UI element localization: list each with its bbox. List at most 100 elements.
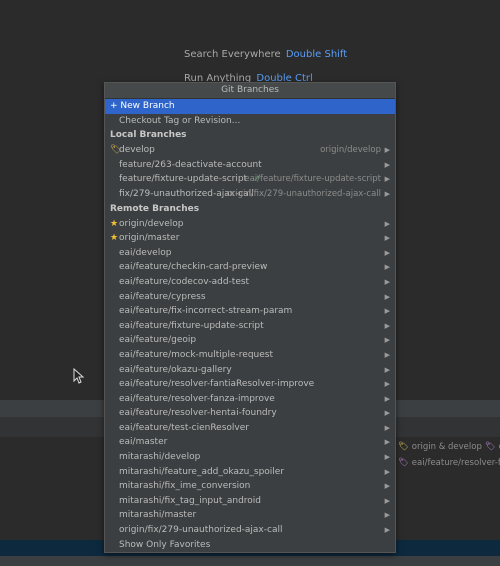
show-only-favorites-action[interactable]: Show Only Favorites	[105, 538, 395, 553]
submenu-arrow-icon: ▶	[384, 453, 390, 462]
submenu-arrow-icon: ▶	[384, 160, 390, 169]
submenu-arrow-icon: ▶	[384, 394, 390, 403]
branch-name: feature/263-deactivate-account	[119, 159, 262, 170]
submenu-arrow-icon: ▶	[384, 423, 390, 432]
remote-branch-item[interactable]: eai/feature/resolver-fanza-improve ▶	[105, 392, 395, 407]
status-bar	[0, 556, 500, 566]
branch-name: mitarashi/feature_add_okazu_spoiler	[119, 466, 285, 477]
log-tags-label: origin & develop	[411, 442, 482, 452]
log-tags-label: eai/feature/resolver-fanza	[411, 458, 500, 468]
remote-branch-item[interactable]: eai/feature/fix-incorrect-stream-param ▶	[105, 304, 395, 319]
branch-name: eai/feature/codecov-add-test	[119, 276, 250, 287]
action-label: Show Only Favorites	[119, 539, 211, 550]
popup-title: Git Branches	[105, 83, 395, 99]
local-branches-header: Local Branches	[110, 130, 187, 141]
remote-branch-item[interactable]: ★ origin/develop ▶	[105, 217, 395, 232]
hint-label: Search Everywhere	[184, 49, 281, 60]
branch-name: eai/feature/test-cienResolver	[119, 422, 249, 433]
local-branch-item[interactable]: 🏷 develop origin/develop ▶	[105, 143, 395, 158]
submenu-arrow-icon: ▶	[384, 307, 390, 316]
new-branch-action[interactable]: + New Branch	[105, 99, 395, 114]
branch-name: eai/feature/fixture-update-script	[119, 320, 264, 331]
branch-name: mitarashi/master	[119, 510, 197, 521]
log-row-tags: 🏷 origin & develop 🏷 o	[398, 442, 500, 452]
branch-name: origin/fix/279-unauthorized-ajax-call	[119, 525, 283, 536]
branch-name-wrap: feature/fixture-update-script ↗	[119, 172, 261, 187]
branch-name: eai/feature/geoip	[119, 335, 197, 346]
submenu-arrow-icon: ▶	[384, 482, 390, 491]
submenu-arrow-icon: ▶	[384, 526, 390, 535]
submenu-arrow-icon: ▶	[384, 467, 390, 476]
submenu-arrow-icon: ▶	[384, 175, 390, 184]
submenu-arrow-icon: ▶	[384, 292, 390, 301]
mouse-cursor-icon	[73, 367, 85, 387]
local-branch-item[interactable]: feature/263-deactivate-account ▶	[105, 158, 395, 173]
submenu-arrow-icon: ▶	[384, 219, 390, 228]
branch-tracking: origin/develop	[320, 145, 381, 156]
remote-branch-item[interactable]: mitarashi/feature_add_okazu_spoiler ▶	[105, 465, 395, 480]
submenu-arrow-icon: ▶	[384, 277, 390, 286]
branch-name: mitarashi/fix_ime_conversion	[119, 481, 251, 492]
branch-name: eai/feature/cypress	[119, 291, 206, 302]
branch-tracking: origin/fix/279-unauthorized-ajax-call	[226, 188, 381, 199]
remote-branch-item[interactable]: eai/feature/resolver-fantiaResolver-impr…	[105, 377, 395, 392]
action-label: Checkout Tag or Revision...	[119, 115, 241, 126]
submenu-arrow-icon: ▶	[384, 350, 390, 359]
branch-name: eai/feature/resolver-fanza-improve	[119, 393, 275, 404]
checkout-tag-action[interactable]: Checkout Tag or Revision...	[105, 114, 395, 129]
remote-branch-item[interactable]: eai/feature/mock-multiple-request ▶	[105, 348, 395, 363]
submenu-arrow-icon: ▶	[384, 321, 390, 330]
branch-name: mitarashi/fix_tag_input_android	[119, 495, 262, 506]
branch-name: eai/feature/fix-incorrect-stream-param	[119, 306, 293, 317]
submenu-arrow-icon: ▶	[384, 189, 390, 198]
branch-name: eai/feature/mock-multiple-request	[119, 349, 274, 360]
tag-icon: 🏷	[398, 458, 409, 468]
remote-branch-item[interactable]: mitarashi/fix_tag_input_android ▶	[105, 494, 395, 509]
remote-branch-item[interactable]: mitarashi/develop ▶	[105, 450, 395, 465]
submenu-arrow-icon: ▶	[384, 496, 390, 505]
remote-branch-item[interactable]: eai/feature/okazu-gallery ▶	[105, 363, 395, 378]
remote-branch-item[interactable]: eai/feature/fixture-update-script ▶	[105, 319, 395, 334]
local-branch-item[interactable]: fix/279-unauthorized-ajax-call origin/fi…	[105, 187, 395, 202]
remote-branch-item[interactable]: eai/feature/cypress ▶	[105, 290, 395, 305]
remote-branch-item[interactable]: mitarashi/fix_ime_conversion ▶	[105, 479, 395, 494]
submenu-arrow-icon: ▶	[384, 234, 390, 243]
submenu-arrow-icon: ▶	[384, 380, 390, 389]
branch-name: mitarashi/develop	[119, 452, 201, 463]
submenu-arrow-icon: ▶	[384, 511, 390, 520]
tag-icon: 🏷	[398, 442, 409, 452]
submenu-arrow-icon: ▶	[384, 146, 390, 155]
branch-name: eai/feature/checkin-card-preview	[119, 262, 268, 273]
remote-branch-item[interactable]: eai/feature/test-cienResolver ▶	[105, 421, 395, 436]
branch-name: eai/feature/okazu-gallery	[119, 364, 232, 375]
branch-name: develop	[119, 145, 155, 156]
star-icon: ★	[110, 233, 119, 244]
branch-name: eai/feature/resolver-hentai-foundry	[119, 408, 277, 419]
remote-branch-item[interactable]: eai/feature/geoip ▶	[105, 333, 395, 348]
remote-branch-item[interactable]: eai/master ▶	[105, 435, 395, 450]
remote-branch-item[interactable]: mitarashi/master ▶	[105, 508, 395, 523]
hint-key: Double Shift	[285, 49, 348, 60]
branch-name: feature/fixture-update-script	[119, 174, 248, 185]
remote-branch-item[interactable]: eai/develop ▶	[105, 246, 395, 261]
branch-name: eai/master	[119, 437, 168, 448]
branch-name: eai/feature/resolver-fantiaResolver-impr…	[119, 379, 315, 390]
submenu-arrow-icon: ▶	[384, 263, 390, 272]
submenu-arrow-icon: ▶	[384, 336, 390, 345]
action-label: + New Branch	[110, 101, 175, 111]
remote-branch-item[interactable]: eai/feature/checkin-card-preview ▶	[105, 260, 395, 275]
branch-name: origin/master	[119, 233, 180, 244]
remote-branches-header: Remote Branches	[110, 203, 200, 214]
remote-branch-item[interactable]: eai/feature/resolver-hentai-foundry ▶	[105, 406, 395, 421]
remote-branch-item[interactable]: eai/feature/codecov-add-test ▶	[105, 275, 395, 290]
submenu-arrow-icon: ▶	[384, 438, 390, 447]
branch-name: origin/develop	[119, 218, 184, 229]
log-row-tags: 🏷 eai/feature/resolver-fanza	[398, 458, 500, 468]
remote-branch-item[interactable]: origin/fix/279-unauthorized-ajax-call ▶	[105, 523, 395, 538]
submenu-arrow-icon: ▶	[384, 248, 390, 257]
search-everywhere-hint: Search Everywhere Double Shift	[184, 49, 347, 60]
local-branch-item[interactable]: feature/fixture-update-script ↗ eai/featu…	[105, 172, 395, 187]
branch-name: eai/develop	[119, 247, 172, 258]
remote-branch-item[interactable]: ★ origin/master ▶	[105, 231, 395, 246]
submenu-arrow-icon: ▶	[384, 409, 390, 418]
